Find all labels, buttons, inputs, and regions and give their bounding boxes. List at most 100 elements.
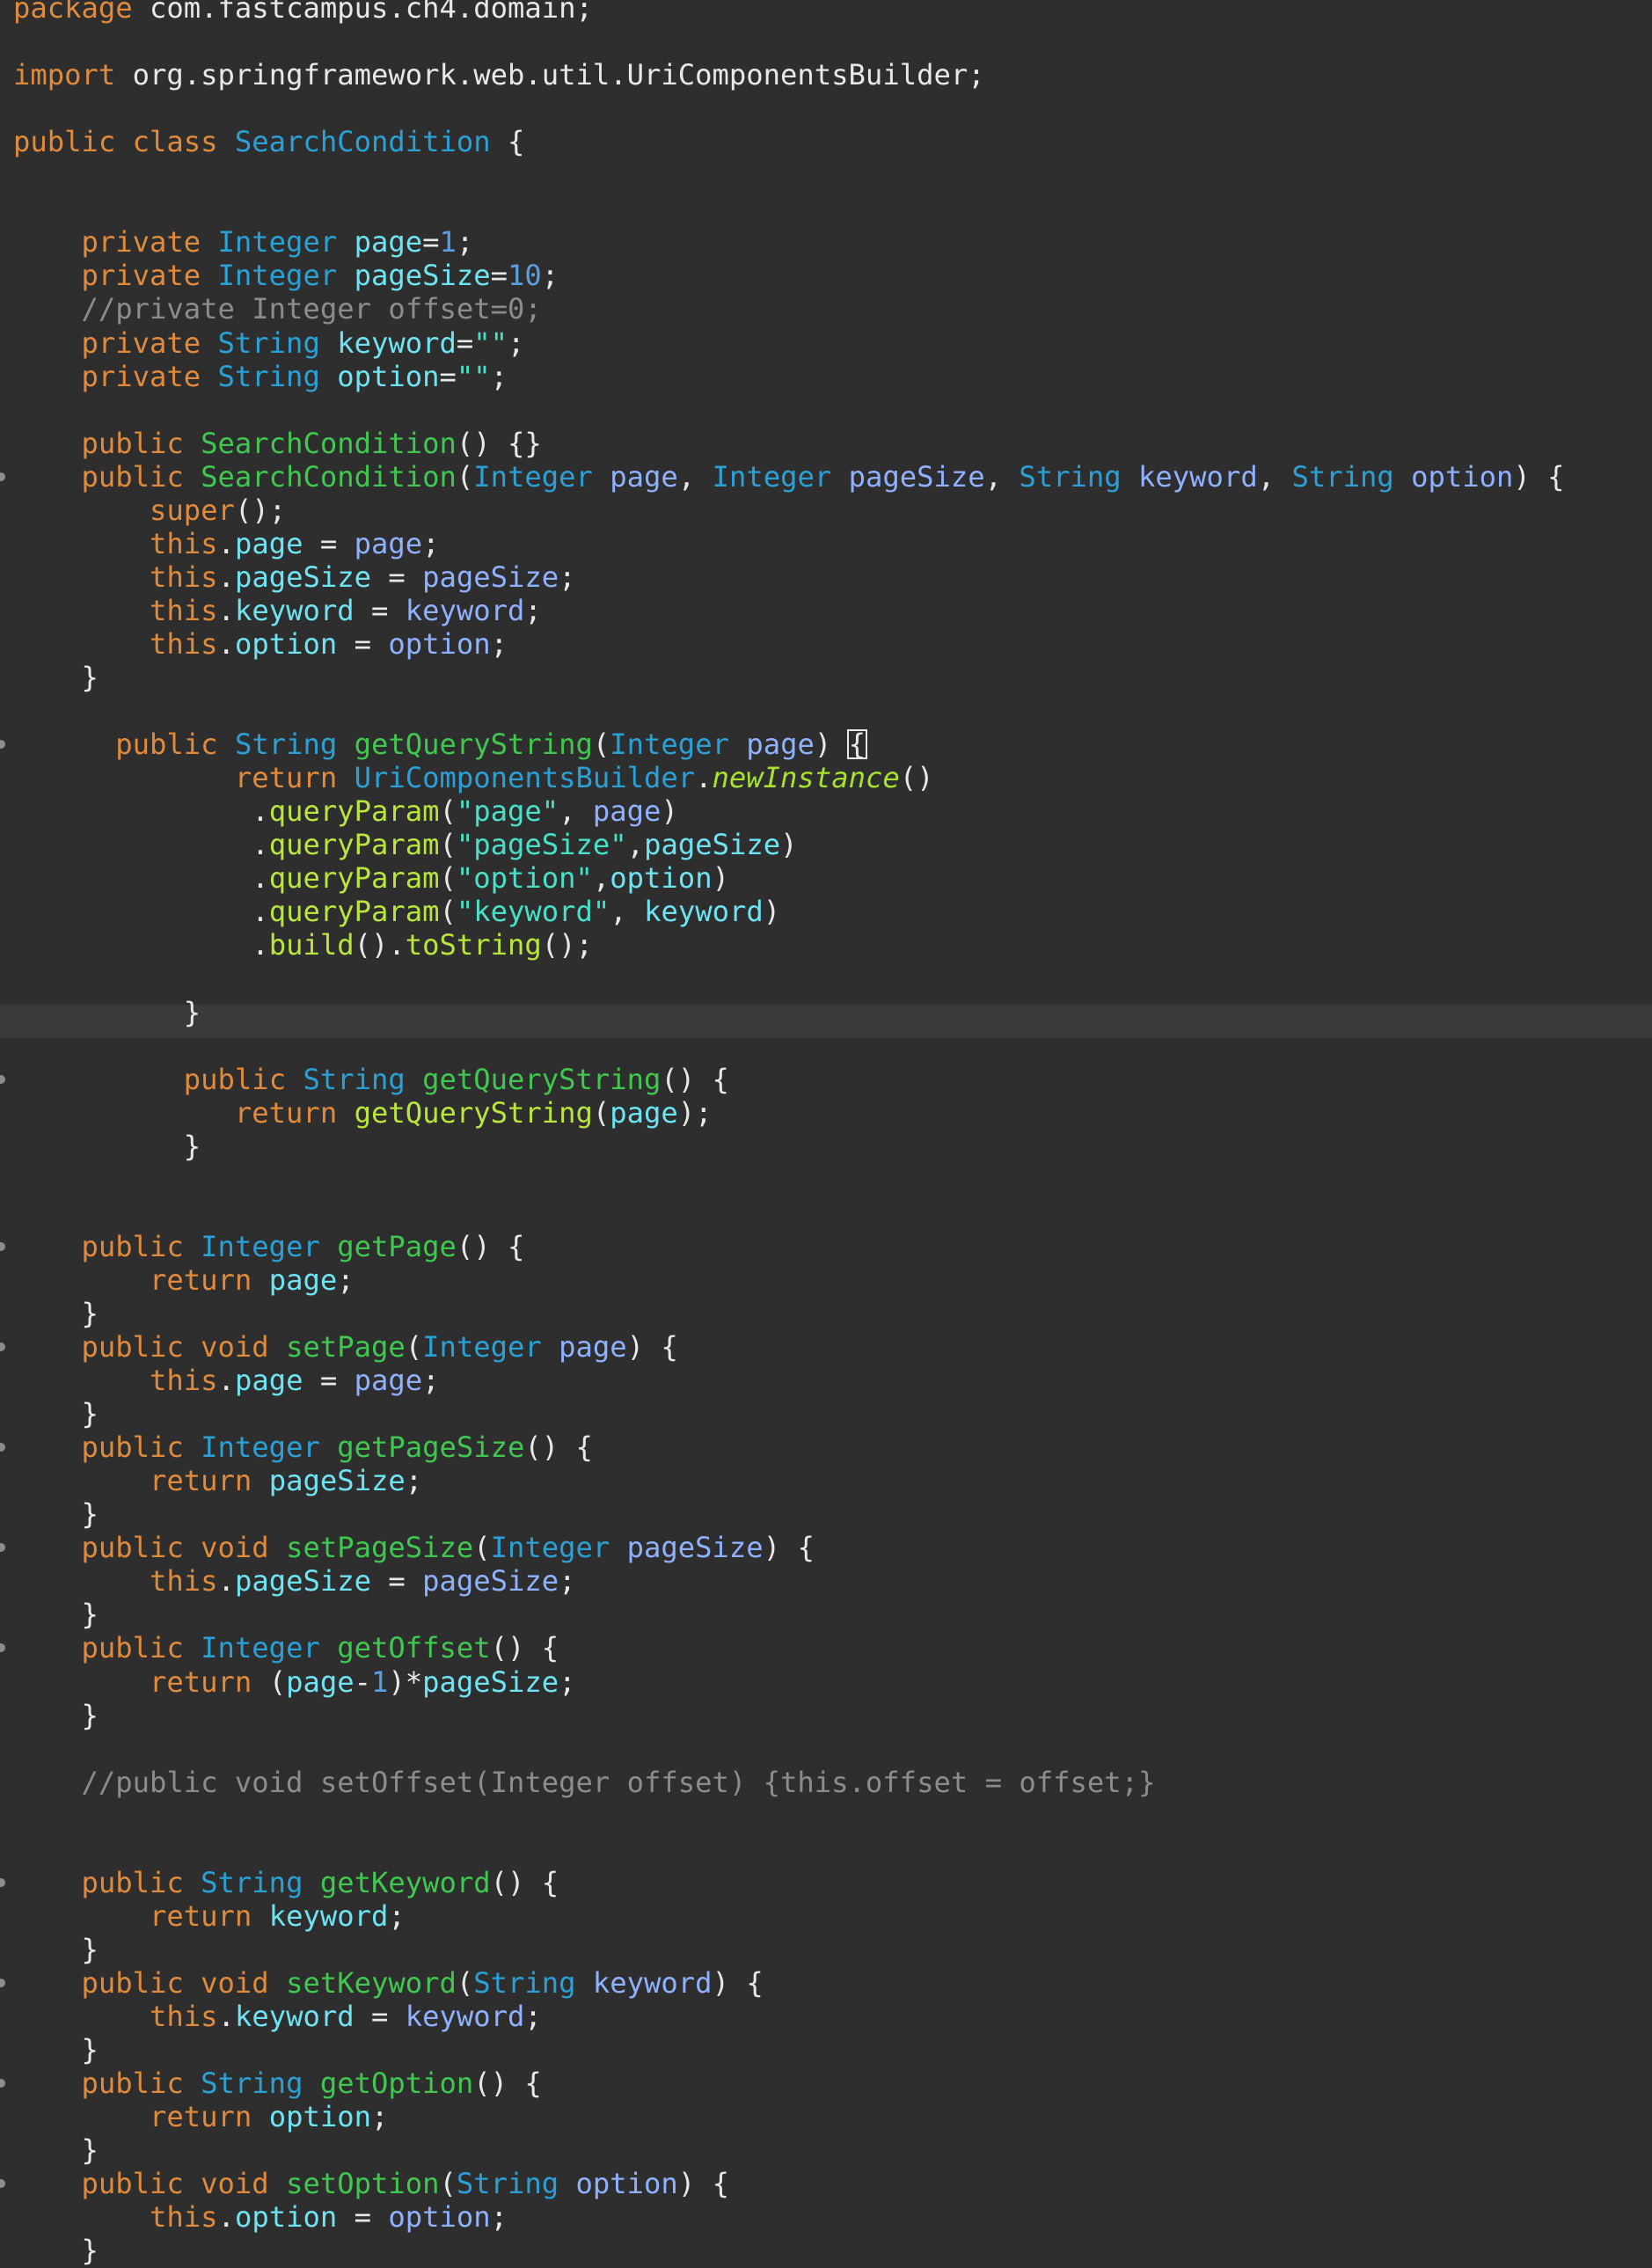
code-editor[interactable]: package com.fastcampus.ch4.domain; import…: [0, 0, 1652, 2268]
code-line[interactable]: import org.springframework.web.util.UriC…: [0, 58, 1652, 100]
fold-marker-icon[interactable]: [0, 1877, 5, 1887]
fold-marker-icon[interactable]: [0, 740, 5, 750]
code-line[interactable]: this.option = option;: [0, 2200, 1652, 2242]
fold-marker-icon[interactable]: [0, 2179, 5, 2189]
code-token: ;: [422, 1364, 440, 1398]
code-line[interactable]: .build().toString();: [0, 928, 1652, 970]
code-token: setPage: [286, 1330, 406, 1364]
code-token: SearchCondition: [201, 459, 457, 494]
code-token: this: [150, 526, 218, 560]
code-text: }: [13, 2234, 99, 2267]
code-line[interactable]: return keyword;: [0, 1899, 1652, 1942]
code-token: ;: [559, 560, 576, 594]
code-token: page: [559, 1330, 627, 1364]
code-token: "keyword": [456, 895, 610, 929]
code-token: option: [337, 359, 440, 393]
code-token: }: [13, 661, 99, 694]
code-token: String: [456, 2167, 576, 2201]
code-token: private: [81, 326, 218, 360]
code-token: =: [370, 1564, 423, 1599]
fold-marker-icon[interactable]: [0, 1978, 5, 1987]
code-token: .: [13, 794, 269, 829]
code-token: page: [746, 728, 815, 762]
code-token: String: [217, 326, 338, 360]
code-text: public String getOption() {: [13, 2067, 542, 2100]
code-text: public void setPage(Integer page) {: [13, 1330, 678, 1364]
code-line[interactable]: private String option="";: [0, 360, 1652, 402]
code-text: this.option = option;: [13, 627, 508, 661]
code-token: }: [13, 1129, 201, 1163]
code-line[interactable]: }: [0, 2234, 1652, 2268]
code-token: (): [899, 761, 934, 795]
code-line[interactable]: this.keyword = keyword;: [0, 2000, 1652, 2042]
code-token: 1: [370, 1664, 389, 1699]
code-token: ,: [626, 828, 645, 862]
code-line[interactable]: }: [0, 1699, 1652, 1741]
code-line[interactable]: [0, 1808, 1652, 1841]
code-token: return: [150, 1262, 269, 1297]
code-line[interactable]: this.page = page;: [0, 1364, 1652, 1406]
code-token: public class: [13, 125, 235, 159]
code-token: page: [592, 794, 662, 829]
code-token: this: [150, 1364, 218, 1398]
code-token: }: [13, 2234, 99, 2268]
code-line[interactable]: [0, 167, 1652, 201]
code-line[interactable]: package com.fastcampus.ch4.domain;: [0, 0, 1652, 33]
code-token: public void: [81, 2167, 287, 2201]
code-line[interactable]: this.option = option;: [0, 627, 1652, 669]
code-token: ,: [984, 459, 1020, 494]
code-text: private Integer page=1;: [13, 225, 474, 259]
code-line[interactable]: return getQueryString(page);: [0, 1096, 1652, 1138]
code-token: }: [13, 995, 201, 1029]
code-token: SearchCondition: [234, 125, 491, 159]
fold-marker-icon[interactable]: [0, 2079, 5, 2089]
code-token: .: [217, 560, 235, 594]
code-text: }: [13, 2033, 99, 2067]
code-line[interactable]: [0, 1172, 1652, 1205]
fold-marker-icon[interactable]: [0, 1543, 5, 1553]
code-token: page: [354, 526, 423, 560]
code-line-current[interactable]: }: [0, 996, 1652, 1038]
code-line[interactable]: return (page-1)*pageSize;: [0, 1665, 1652, 1708]
code-token: //private Integer offset=0;: [81, 292, 542, 326]
code-token: ) {: [763, 1531, 815, 1565]
code-token: pageSize: [422, 1664, 559, 1699]
fold-marker-icon[interactable]: [0, 472, 5, 481]
fold-marker-icon[interactable]: [0, 1443, 5, 1452]
code-token: =: [303, 526, 355, 560]
code-line[interactable]: this.pageSize = pageSize;: [0, 1564, 1652, 1606]
code-line[interactable]: return option;: [0, 2100, 1652, 2142]
code-token: return: [150, 1899, 269, 1933]
code-token: option: [575, 2167, 678, 2201]
code-token: option: [234, 2200, 338, 2235]
code-line[interactable]: //public void setOffset(Integer offset) …: [0, 1766, 1652, 1808]
code-token: getQueryString: [354, 1095, 593, 1130]
code-token: .: [695, 761, 713, 795]
code-token: .: [13, 828, 269, 862]
fold-marker-icon[interactable]: [0, 1241, 5, 1251]
code-line[interactable]: [0, 970, 1652, 1004]
code-line[interactable]: return page;: [0, 1263, 1652, 1306]
fold-marker-icon[interactable]: [0, 1074, 5, 1084]
code-token: ;: [370, 2100, 389, 2134]
code-token: ): [712, 861, 729, 896]
code-token: ;: [422, 526, 440, 560]
code-line[interactable]: }: [0, 661, 1652, 703]
code-line[interactable]: public class SearchCondition {: [0, 125, 1652, 167]
code-token: public void: [81, 1330, 287, 1364]
code-token: pageSize: [626, 1531, 764, 1565]
code-token: setOption: [286, 2167, 440, 2201]
fold-marker-icon[interactable]: [0, 1343, 5, 1351]
code-token: queryParam: [268, 794, 440, 829]
code-line[interactable]: return pageSize;: [0, 1464, 1652, 1506]
code-token: ) {: [677, 2167, 729, 2201]
code-line[interactable]: }: [0, 1130, 1652, 1172]
code-token: build: [268, 928, 355, 962]
fold-marker-icon[interactable]: [0, 1643, 5, 1653]
